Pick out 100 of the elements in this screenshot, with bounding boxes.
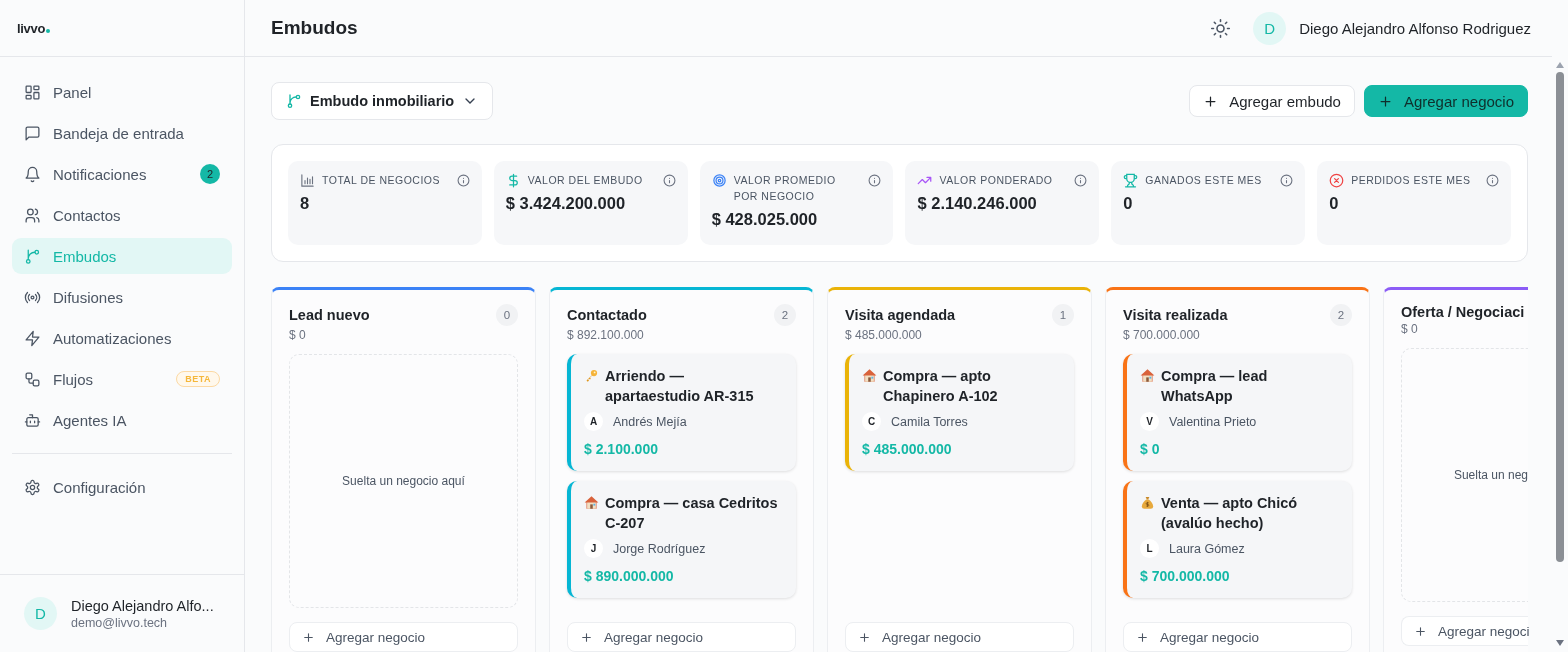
house-icon <box>584 495 599 510</box>
deal-count: 1 <box>1052 304 1074 326</box>
stage-total: $ 892.100.000 <box>567 328 645 342</box>
deal-card[interactable]: Compra — apto Chapinero A-102 C Camila Torres $ 485.000.000 <box>845 354 1074 471</box>
users-icon <box>24 206 41 224</box>
stat-value: 0 <box>1123 194 1134 213</box>
house-icon <box>862 368 877 383</box>
stage-total: $ 0 <box>289 328 307 342</box>
logo[interactable]: livvo <box>17 20 51 36</box>
user-email: demo@livvo.tech <box>71 615 169 630</box>
stage-name: Lead nuevo <box>289 307 370 323</box>
contact-avatar: L <box>1140 539 1159 558</box>
add-pipeline-button[interactable]: Agregar embudo <box>1189 85 1355 117</box>
nav-item[interactable]: Agentes IA <box>12 402 232 438</box>
info-icon[interactable] <box>868 174 882 187</box>
bolt-icon <box>24 329 41 347</box>
nav-item[interactable]: Bandeja de entrada <box>12 115 232 151</box>
nav-item[interactable]: Automatizaciones <box>12 320 232 356</box>
info-icon[interactable] <box>1280 174 1294 187</box>
add-deal-button[interactable]: Agregar negocio <box>289 622 518 652</box>
contact-name: Laura Gómez <box>1169 541 1245 556</box>
key-icon <box>584 368 599 383</box>
plus-icon <box>1377 93 1393 109</box>
deal-count: 2 <box>774 304 796 326</box>
page-title: Embudos <box>271 17 359 39</box>
deal-value: $ 2.100.000 <box>584 441 659 457</box>
deal-card[interactable]: Arriendo — apartaestudio AR-315 A Andrés Mejía $ 2.100.000 <box>567 354 796 471</box>
info-icon[interactable] <box>1074 174 1088 187</box>
plus-icon <box>580 630 593 644</box>
stage-name: Visita agendada <box>845 307 956 323</box>
beta-tag: BETA <box>176 371 220 387</box>
contact-avatar: A <box>584 412 603 431</box>
contact-avatar: J <box>584 539 603 558</box>
info-icon[interactable] <box>662 174 676 187</box>
stage-name: Visita realizada <box>1123 307 1228 323</box>
nav-item[interactable]: Configuración <box>12 469 232 505</box>
stat-label: VALOR PROMEDIO POR NEGOCIO <box>733 173 837 204</box>
add-deal-button[interactable]: Agregar negoci <box>1401 616 1528 646</box>
add-deal-button[interactable]: Agregar negocio <box>845 622 1074 652</box>
stage-name: Oferta / Negociaci <box>1401 304 1525 320</box>
house-icon <box>1140 368 1155 383</box>
stage-name: Contactado <box>567 307 647 323</box>
nav-item[interactable]: Flujos BETA <box>12 361 232 397</box>
plus-icon <box>1203 93 1219 109</box>
contact-avatar: C <box>862 412 881 431</box>
logo-dot-icon <box>46 28 51 33</box>
info-icon[interactable] <box>1486 174 1499 187</box>
add-deal-button[interactable]: Agregar negocio <box>1123 622 1352 652</box>
nav-item[interactable]: Contactos <box>12 197 232 233</box>
drop-zone[interactable]: Suelta un neg <box>1401 348 1528 602</box>
add-deal-button[interactable]: Agregar negocio <box>1363 85 1528 117</box>
contact-name: Valentina Prieto <box>1169 414 1257 429</box>
deal-value: $ 890.000.000 <box>584 568 675 584</box>
bell-icon <box>24 165 41 183</box>
stat-label: VALOR DEL EMBUDO <box>527 173 644 188</box>
deal-card[interactable]: Venta — apto Chicó (avalúo hecho) L Laura Gómez $ 700.000.000 <box>1123 481 1352 598</box>
deal-title: Compra — apto Chapinero A-102 <box>883 367 999 406</box>
stage-total: $ 0 <box>1401 322 1419 336</box>
plus-icon <box>1414 624 1427 638</box>
deal-value: $ 700.000.000 <box>1140 568 1231 584</box>
stat-value: $ 428.025.000 <box>711 210 819 229</box>
bar-chart-icon <box>300 173 315 188</box>
drop-hint: Suelta un neg <box>1453 468 1528 482</box>
money-bag-icon <box>1140 495 1155 510</box>
deal-count: 0 <box>496 304 518 326</box>
contact-name: Camila Torres <box>891 414 968 429</box>
stat-label: VALOR PONDERADO <box>939 173 1054 188</box>
contact-name: Jorge Rodríguez <box>613 541 706 556</box>
stat-value: $ 2.140.246.000 <box>917 194 1038 213</box>
stat-value: 8 <box>300 194 311 213</box>
user-name[interactable]: Diego Alejandro Alfonso Rodriguez <box>1299 19 1531 37</box>
nav-item[interactable]: Notificaciones 2 <box>12 156 232 192</box>
add-deal-button[interactable]: Agregar negocio <box>567 622 796 652</box>
user-name: Diego Alejandro Alfo... <box>71 597 214 614</box>
branch-icon <box>286 93 302 109</box>
stat-label: PERDIDOS ESTE MES <box>1351 173 1472 188</box>
message-icon <box>24 124 41 142</box>
deal-title: Compra — lead WhatsApp <box>1161 367 1269 406</box>
deal-value: $ 485.000.000 <box>862 441 953 457</box>
deal-card[interactable]: Compra — casa Cedritos C-207 J Jorge Rodríguez $ 890.000.000 <box>567 481 796 598</box>
stage-total: $ 700.000.000 <box>1123 328 1201 342</box>
stat-label: GANADOS ESTE MES <box>1145 173 1263 188</box>
settings-icon <box>24 478 41 496</box>
info-icon[interactable] <box>456 174 470 187</box>
grid-icon <box>24 83 41 101</box>
nav-item[interactable]: Panel <box>12 74 232 110</box>
drop-zone[interactable]: Suelta un negocio aquí <box>289 354 518 608</box>
user-avatar: D <box>24 597 57 630</box>
deal-title: Venta — apto Chicó (avalúo hecho) <box>1161 494 1299 533</box>
plus-icon <box>858 630 871 644</box>
sun-icon[interactable] <box>1210 17 1232 39</box>
deal-title: Arriendo — apartaestudio AR-315 <box>605 367 755 406</box>
nav-item[interactable]: Difusiones <box>12 279 232 315</box>
notification-count: 2 <box>200 164 220 184</box>
pipeline-dropdown[interactable]: Embudo inmobiliario <box>271 82 494 120</box>
stat-label: TOTAL DE NEGOCIOS <box>322 173 441 188</box>
deal-title: Compra — casa Cedritos C-207 <box>605 494 779 533</box>
deal-value: $ 0 <box>1140 441 1161 457</box>
plus-icon <box>1136 630 1149 644</box>
deal-card[interactable]: Compra — lead WhatsApp V Valentina Prieto $ 0 <box>1123 354 1352 471</box>
